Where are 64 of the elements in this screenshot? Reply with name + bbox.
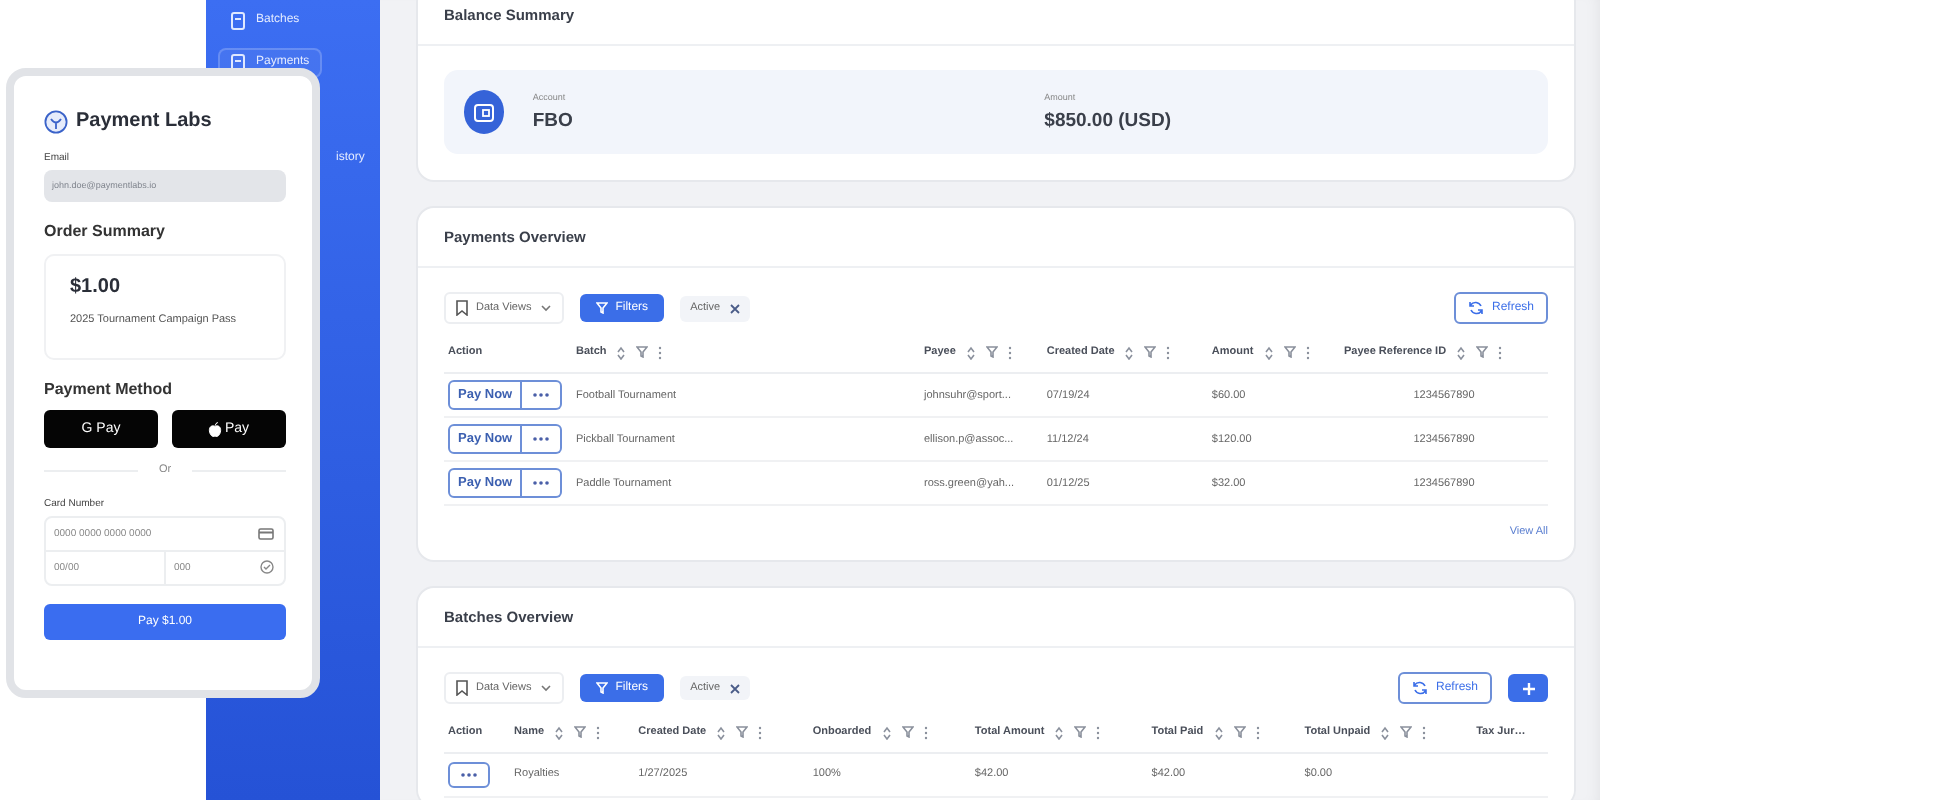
more-button[interactable]	[522, 424, 563, 455]
filter-icon	[985, 346, 998, 359]
section-title: Order Summary	[44, 222, 165, 242]
refresh-icon	[1467, 300, 1484, 317]
document-icon	[230, 12, 246, 30]
bookmark-icon	[456, 680, 468, 697]
column-menu-icon	[1007, 345, 1012, 360]
more-icon	[460, 772, 478, 779]
filter-icon	[1400, 726, 1413, 739]
filter-icon	[1074, 726, 1087, 739]
column-menu-icon	[1096, 725, 1101, 740]
refresh-icon	[1411, 680, 1428, 697]
filter-icon	[1283, 346, 1296, 359]
credit-card-icon	[258, 527, 274, 540]
sort-icon	[965, 345, 976, 360]
column-menu-icon	[923, 725, 928, 740]
filter-icon	[1476, 346, 1489, 359]
column-menu-icon	[658, 345, 663, 360]
column-menu-icon	[1255, 725, 1260, 740]
amount-value: $850.00 (USD)	[1044, 109, 1174, 133]
sort-icon	[881, 725, 892, 740]
more-button[interactable]	[522, 468, 563, 499]
column-menu-icon	[1166, 345, 1171, 360]
filter-icon	[901, 726, 914, 739]
sort-icon	[1380, 725, 1391, 740]
section-title: Payment Method	[44, 379, 173, 399]
sort-icon	[1054, 725, 1065, 740]
sort-icon	[1213, 725, 1224, 740]
sort-icon	[616, 345, 627, 360]
logo-icon	[44, 110, 68, 134]
sort-icon	[554, 725, 565, 740]
plus-icon	[1521, 681, 1535, 696]
chevron-down-icon	[539, 684, 552, 693]
more-icon	[532, 392, 551, 399]
account-name: FBO	[532, 109, 575, 133]
price: $1.00	[70, 275, 123, 300]
sort-icon	[1124, 345, 1135, 360]
close-icon	[730, 683, 741, 694]
more-icon	[532, 436, 551, 443]
filter-icon	[1144, 346, 1157, 359]
apple-icon	[208, 421, 223, 438]
add-button[interactable]	[1508, 674, 1548, 703]
column-menu-icon	[758, 725, 763, 740]
sort-icon	[716, 725, 727, 740]
column-menu-icon	[1498, 345, 1503, 360]
more-button[interactable]	[522, 380, 563, 411]
filter-icon	[574, 726, 587, 739]
filter-icon	[1233, 726, 1246, 739]
more-button[interactable]	[448, 762, 490, 789]
more-icon	[532, 480, 551, 487]
sort-icon	[1456, 345, 1467, 360]
column-menu-icon	[1422, 725, 1427, 740]
close-icon	[730, 303, 741, 314]
column-menu-icon	[1305, 345, 1310, 360]
filter-icon	[595, 302, 608, 315]
column-menu-icon	[596, 725, 601, 740]
sort-icon	[1263, 345, 1274, 360]
bookmark-icon	[456, 300, 468, 317]
wallet-glyph-icon	[474, 103, 495, 122]
chevron-down-icon	[539, 304, 552, 313]
brand-name: Payment Labs	[76, 110, 212, 134]
filter-icon	[595, 682, 608, 695]
filter-icon	[636, 346, 649, 359]
filter-icon	[736, 726, 749, 739]
